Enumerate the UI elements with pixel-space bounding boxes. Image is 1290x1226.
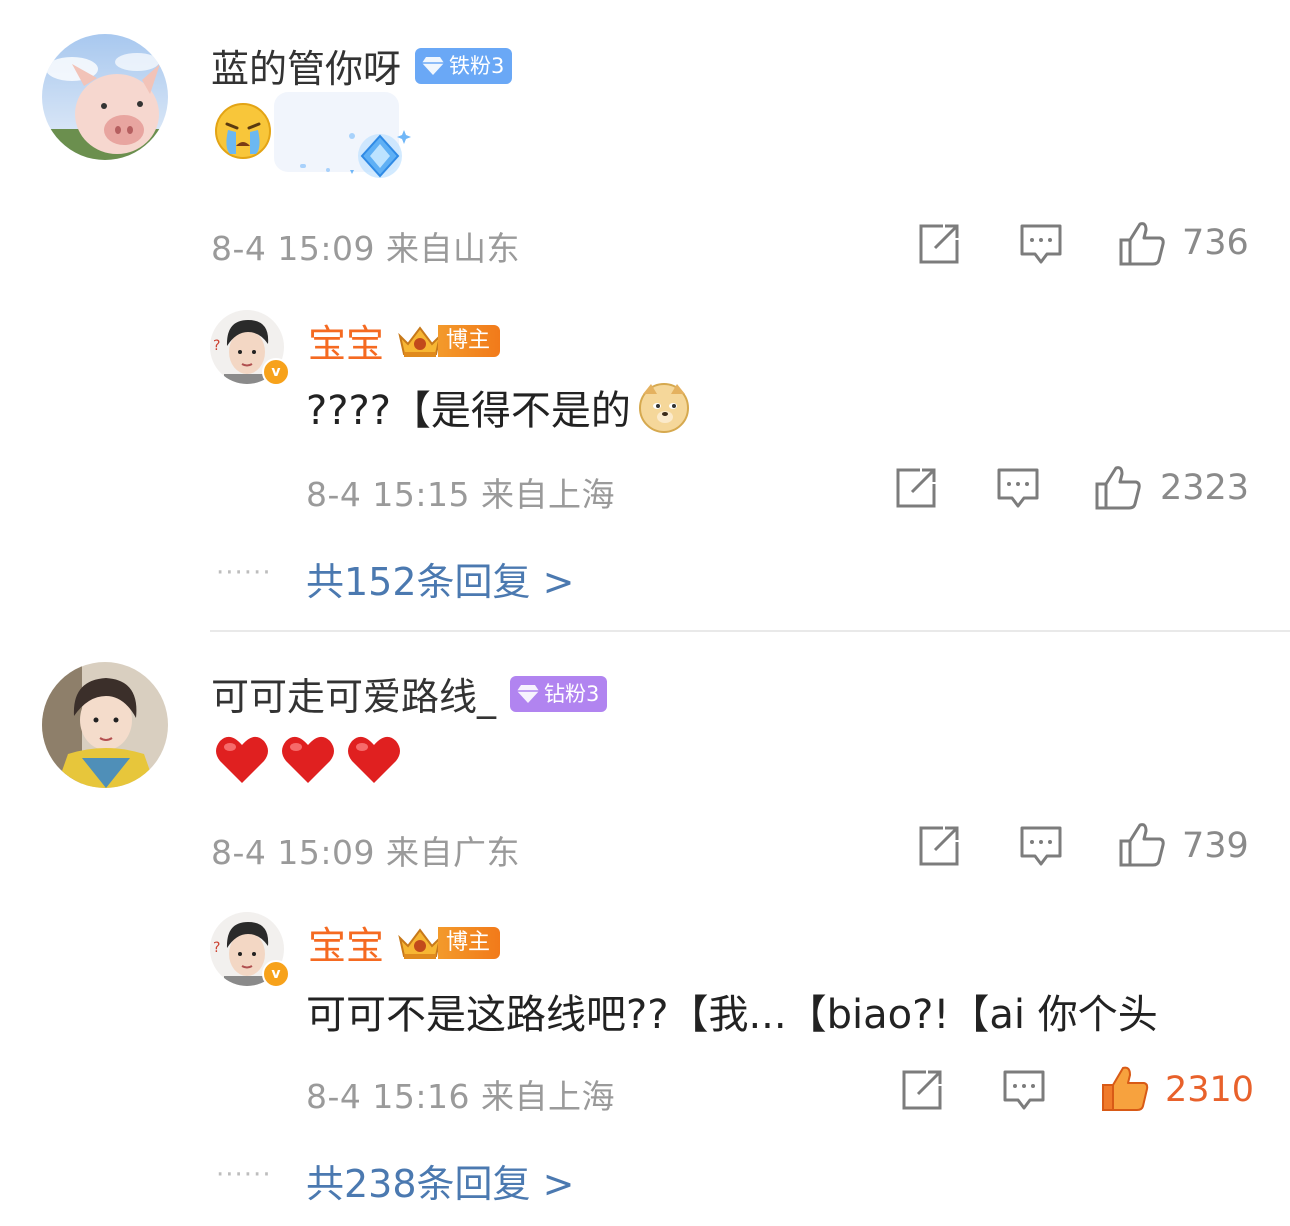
repost-icon[interactable] — [900, 1068, 944, 1112]
fan-badge-label: 钻粉3 — [544, 681, 600, 706]
repost-icon[interactable] — [894, 466, 938, 510]
reply-meta: 8-4 15:15 来自上海 — [306, 475, 615, 514]
comment-icon[interactable] — [1019, 824, 1063, 868]
commenter-name[interactable]: 可可走可爱路线_ — [211, 666, 496, 721]
like-icon-active[interactable] — [1100, 1064, 1150, 1112]
fan-level-badge[interactable]: 钻粉3 — [510, 675, 608, 712]
commenter-avatar[interactable] — [42, 662, 168, 788]
reply-text: ????【是得不是的 — [306, 388, 631, 434]
like-count: 739 — [1182, 826, 1249, 866]
pig-avatar-image — [42, 34, 168, 160]
comment-meta: 8-4 15:09 来自山东 — [211, 229, 520, 268]
comment-content — [214, 92, 414, 187]
blogger-badge: 博主 — [396, 926, 501, 960]
like-count: 736 — [1182, 223, 1249, 263]
reply-author-name[interactable]: 宝宝 — [308, 915, 384, 970]
repost-icon[interactable] — [917, 824, 961, 868]
crown-icon — [398, 927, 442, 959]
heart-emoji — [348, 736, 400, 783]
reply-meta: 8-4 15:16 来自上海 — [306, 1077, 615, 1116]
sticker-dot — [326, 168, 330, 172]
comment-content — [214, 733, 402, 785]
reply-avatar[interactable]: ? v — [210, 912, 290, 988]
dots-separator: ······ — [216, 1160, 272, 1190]
fan-level-badge[interactable]: 铁粉3 — [415, 47, 513, 84]
diamond-icon — [422, 56, 445, 75]
doge-emoji — [638, 383, 689, 433]
more-replies-link[interactable]: 共238条回复 > — [306, 1153, 574, 1208]
svg-text:?: ? — [213, 338, 220, 354]
diamond-sticker — [349, 130, 411, 178]
blogger-badge-label: 博主 — [438, 324, 501, 357]
verified-v-icon: v — [262, 358, 290, 386]
heart-emoji — [216, 736, 268, 783]
comment-divider — [210, 630, 1290, 632]
commenter-avatar[interactable] — [42, 34, 168, 160]
sticker-dot — [300, 164, 306, 168]
like-icon[interactable] — [1118, 220, 1166, 266]
reply-avatar[interactable]: ? v — [210, 310, 290, 386]
diamond-icon — [517, 684, 540, 703]
heart-emoji — [282, 736, 334, 783]
commenter-name[interactable]: 蓝的管你呀 — [211, 38, 401, 93]
blogger-badge: 博主 — [396, 324, 501, 358]
dots-separator: ······ — [216, 558, 272, 588]
comment-icon[interactable] — [1019, 222, 1063, 266]
comment-meta: 8-4 15:09 来自广东 — [211, 833, 520, 872]
more-replies-link[interactable]: 共152条回复 > — [306, 551, 574, 606]
reply-text: 可可不是这路线吧??【我...【biao?!【ai 你个头 — [306, 992, 1158, 1038]
crying-emoji — [215, 103, 271, 159]
like-count: 2323 — [1160, 468, 1250, 508]
like-icon[interactable] — [1094, 464, 1142, 510]
svg-text:?: ? — [213, 940, 220, 956]
crown-icon — [398, 325, 442, 357]
person-avatar-image — [42, 662, 168, 788]
blogger-badge-label: 博主 — [438, 926, 501, 959]
like-count: 2310 — [1165, 1070, 1255, 1110]
like-icon[interactable] — [1118, 821, 1166, 867]
reply-author-name[interactable]: 宝宝 — [308, 313, 384, 368]
verified-v-icon: v — [262, 960, 290, 988]
comment-icon[interactable] — [1002, 1068, 1046, 1112]
comment-icon[interactable] — [996, 466, 1040, 510]
fan-badge-label: 铁粉3 — [449, 53, 505, 78]
repost-icon[interactable] — [917, 222, 961, 266]
